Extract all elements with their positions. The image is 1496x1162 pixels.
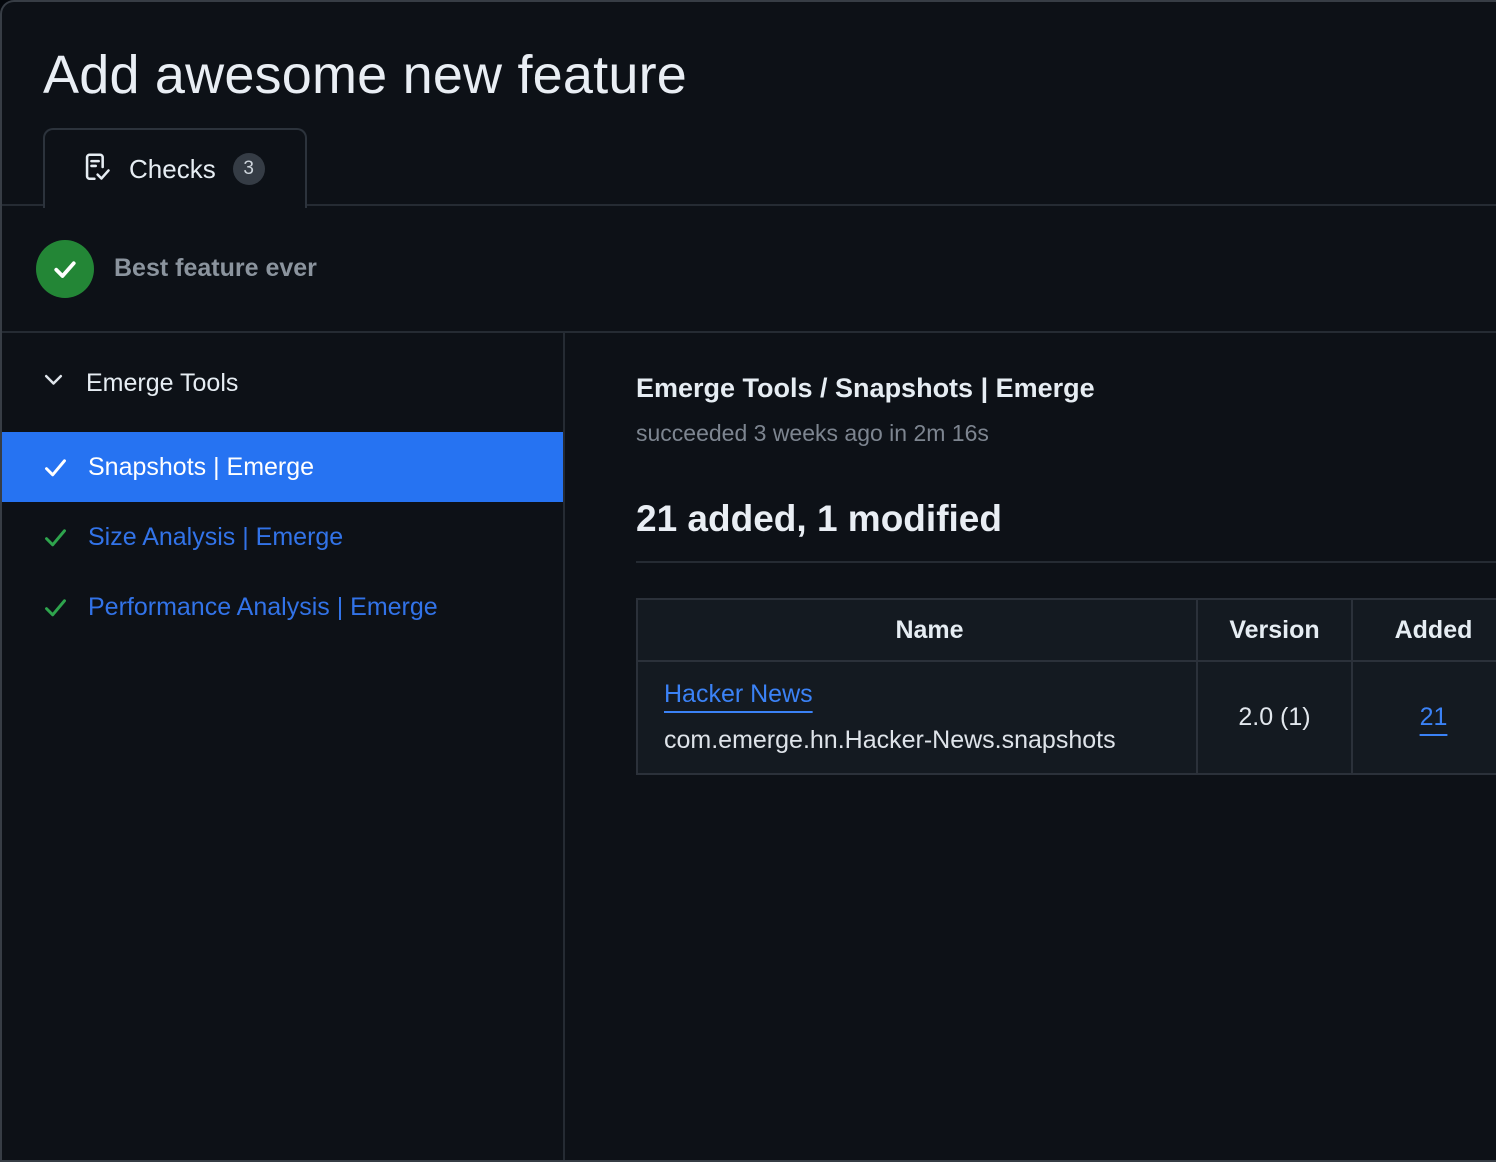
check-run-status-line: succeeded 3 weeks ago in 2m 16s xyxy=(636,420,1496,447)
checklist-icon xyxy=(80,150,112,189)
results-table: Name Version Added Hacker News com.emerg… xyxy=(636,598,1496,775)
check-run-title: Emerge Tools / Snapshots | Emerge xyxy=(636,373,1496,404)
added-count-link[interactable]: 21 xyxy=(1420,703,1448,731)
tab-checks-count-badge: 3 xyxy=(233,153,265,185)
status-banner: Best feature ever xyxy=(2,206,1496,333)
version-cell: 2.0 (1) xyxy=(1197,661,1352,774)
check-run-detail: Emerge Tools / Snapshots | Emerge succee… xyxy=(565,333,1496,1160)
name-cell: Hacker News com.emerge.hn.Hacker-News.sn… xyxy=(637,661,1197,774)
summary-divider xyxy=(636,561,1496,563)
sidebar-item-size-analysis-emerge[interactable]: Size Analysis | Emerge xyxy=(2,502,563,572)
table-row: Hacker News com.emerge.hn.Hacker-News.sn… xyxy=(637,661,1496,774)
tab-checks-label: Checks xyxy=(129,154,216,185)
chevron-down-icon xyxy=(40,366,67,400)
column-header-version: Version xyxy=(1197,599,1352,661)
sidebar-item-label: Performance Analysis | Emerge xyxy=(88,593,438,622)
sidebar-item-label: Snapshots | Emerge xyxy=(88,453,314,482)
check-icon xyxy=(42,594,69,621)
tab-checks[interactable]: Checks 3 xyxy=(43,128,307,208)
sidebar-group-emerge-tools[interactable]: Emerge Tools xyxy=(2,357,563,409)
table-header-row: Name Version Added xyxy=(637,599,1496,661)
checks-sidebar: Emerge Tools Snapshots | Emerge Size Ana… xyxy=(2,333,565,1160)
sidebar-item-performance-analysis-emerge[interactable]: Performance Analysis | Emerge xyxy=(2,572,563,642)
bundle-identifier: com.emerge.hn.Hacker-News.snapshots xyxy=(664,726,1176,755)
sidebar-group-label: Emerge Tools xyxy=(86,369,238,398)
added-cell: 21 xyxy=(1352,661,1496,774)
sidebar-item-label: Size Analysis | Emerge xyxy=(88,523,343,552)
check-icon xyxy=(42,524,69,551)
column-header-added: Added xyxy=(1352,599,1496,661)
checks-page-panel: Add awesome new feature Checks 3 xyxy=(0,0,1496,1162)
check-icon xyxy=(42,454,69,481)
column-header-name: Name xyxy=(637,599,1197,661)
sidebar-item-snapshots-emerge[interactable]: Snapshots | Emerge xyxy=(2,432,563,502)
check-circle-icon xyxy=(36,240,94,298)
status-banner-label: Best feature ever xyxy=(114,254,317,283)
tab-bar: Checks 3 xyxy=(43,128,1496,206)
summary-heading: 21 added, 1 modified xyxy=(636,498,1496,540)
page-header: Add awesome new feature Checks 3 xyxy=(2,2,1496,206)
content-split: Emerge Tools Snapshots | Emerge Size Ana… xyxy=(2,333,1496,1160)
page-title: Add awesome new feature xyxy=(43,44,1496,106)
app-name-link[interactable]: Hacker News xyxy=(664,680,813,708)
